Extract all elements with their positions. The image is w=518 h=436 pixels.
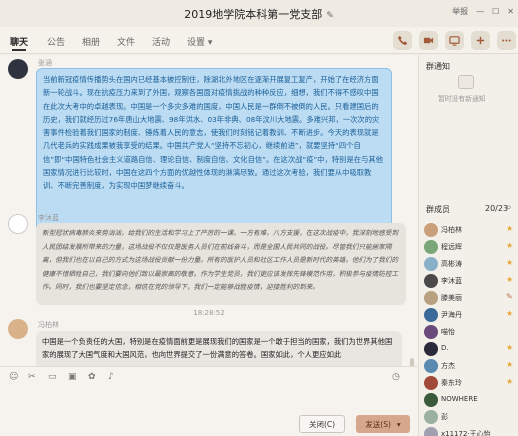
close-button-label: 关闭(C) <box>308 419 336 429</box>
input-toolbar: ☺ ✂ ▭ ▣ ✿ ♪ ◷ <box>0 366 418 388</box>
tab-album[interactable]: 相册 <box>82 35 100 48</box>
member-avatar[interactable] <box>424 308 438 322</box>
member-item[interactable]: 李沐蓝 ★ <box>424 273 518 291</box>
admin-star-icon: ★ <box>506 343 514 352</box>
history-icon[interactable]: ◷ <box>392 372 400 382</box>
admin-star-icon: ★ <box>506 241 514 250</box>
message-timestamp: 18:28:52 <box>193 309 225 317</box>
admin-star-icon: ★ <box>506 275 514 284</box>
voice-icon[interactable]: ♪ <box>108 372 114 382</box>
member-item[interactable]: 方杰 ★ <box>424 358 518 376</box>
more-icon[interactable] <box>497 31 516 50</box>
member-item[interactable]: NOWHERE <box>424 392 518 410</box>
avatar[interactable] <box>8 59 28 79</box>
tab-chat[interactable]: 聊天 <box>10 35 28 51</box>
member-avatar[interactable] <box>424 427 438 436</box>
scissors-icon[interactable]: ✂ <box>28 372 36 382</box>
admin-star-icon: ★ <box>506 309 514 318</box>
member-name: 李沐蓝 <box>441 277 462 285</box>
member-name: 冯柏林 <box>441 226 462 234</box>
phone-icon[interactable] <box>393 31 412 50</box>
chat-scrollbar[interactable] <box>410 358 414 366</box>
member-count: 20/23 <box>485 204 509 213</box>
minimize-button[interactable]: — <box>476 7 484 16</box>
member-name: 尹海丹 <box>441 311 462 319</box>
member-name: 喵怡 <box>441 328 455 336</box>
sender-name: 李沐蓝 <box>38 214 59 222</box>
avatar[interactable] <box>8 319 28 339</box>
member-avatar[interactable] <box>424 325 438 339</box>
member-item[interactable]: 程远辉 ★ <box>424 239 518 257</box>
admin-star-icon: ★ <box>506 224 514 233</box>
maximize-button[interactable]: ☐ <box>492 7 499 16</box>
member-avatar[interactable] <box>424 240 438 254</box>
avatar[interactable] <box>8 214 28 234</box>
member-avatar[interactable] <box>424 342 438 356</box>
member-name: 方杰 <box>441 362 455 370</box>
member-name: 高彬涛 <box>441 260 462 268</box>
sticker-icon[interactable]: ✿ <box>88 372 96 382</box>
send-button-label: 发送(S) <box>365 419 391 429</box>
window-title: 2019地学院本科第一党支部 ✎ <box>0 6 518 22</box>
member-avatar[interactable] <box>424 376 438 390</box>
member-item[interactable]: 尹海丹 ★ <box>424 307 518 325</box>
chat-area[interactable]: 张涵 当前新冠疫情传播势头在国内已经基本被控制住，除湖北外地区在逐渐开展复工复产… <box>0 55 418 366</box>
members-title: 群成员 <box>426 205 450 214</box>
member-avatar[interactable] <box>424 257 438 271</box>
folder-icon[interactable]: ▭ <box>48 372 57 382</box>
member-item[interactable]: x11172·王心怡 <box>424 426 518 436</box>
member-name: x11172·王心怡 <box>441 430 491 436</box>
tab-activity[interactable]: 活动 <box>152 35 170 48</box>
member-avatar[interactable] <box>424 223 438 237</box>
admin-star-icon: ★ <box>506 258 514 267</box>
tab-settings[interactable]: 设置 ▾ <box>187 35 212 48</box>
close-window-button[interactable]: ✕ <box>507 7 514 16</box>
member-avatar[interactable] <box>424 393 438 407</box>
sender-name: 冯柏林 <box>38 321 59 329</box>
member-item[interactable]: 高彬涛 ★ <box>424 256 518 274</box>
member-name: NOWHERE <box>441 395 478 403</box>
search-icon[interactable]: ⌕ <box>506 202 512 213</box>
close-button[interactable]: 关闭(C) <box>299 415 345 433</box>
report-link[interactable]: 举报 <box>452 6 468 17</box>
member-item[interactable]: 冯柏林 ★ <box>424 222 518 240</box>
edit-icon[interactable]: ✎ <box>326 11 334 21</box>
message-bubble: 当前新冠疫情传播势头在国内已经基本被控制住，除湖北外地区在逐渐开展复工复产，开始… <box>36 68 392 234</box>
notice-empty-icon <box>458 75 474 89</box>
video-icon[interactable] <box>419 31 438 50</box>
admin-star-icon: ★ <box>506 377 514 386</box>
member-name: D. <box>441 344 449 352</box>
tab-notice[interactable]: 公告 <box>47 35 65 48</box>
member-item[interactable]: 喵怡 <box>424 324 518 342</box>
message-bubble: 新型冠状病毒肺炎来势汹汹，给我们的生活和学习上了严厉的一课。一方有难，八方支援，… <box>36 223 406 305</box>
member-item[interactable]: 彭 <box>424 409 518 427</box>
window-controls: 举报 — ☐ ✕ <box>452 6 514 17</box>
add-app-icon[interactable] <box>471 31 490 50</box>
member-avatar[interactable] <box>424 274 438 288</box>
tab-files[interactable]: 文件 <box>117 35 135 48</box>
member-avatar[interactable] <box>424 359 438 373</box>
member-avatar[interactable] <box>424 291 438 305</box>
message-bubble: 中国是一个负责任的大国，特别是在疫情面前更是展现我们的国家是一个敢于担当的国家，… <box>36 331 402 366</box>
member-item[interactable]: 秦东玲 ★ <box>424 375 518 393</box>
member-avatar[interactable] <box>424 410 438 424</box>
member-name: 程远辉 <box>441 243 462 251</box>
member-item[interactable]: D. ★ <box>424 341 518 359</box>
screen-share-icon[interactable] <box>445 31 464 50</box>
notice-empty-text: 暂时没有新通知 <box>438 95 486 103</box>
group-name: 2019地学院本科第一党支部 <box>184 8 323 21</box>
member-name: 秦东玲 <box>441 379 462 387</box>
member-name: 彭 <box>441 413 448 421</box>
admin-star-icon: ★ <box>506 360 514 369</box>
sender-name: 张涵 <box>38 59 52 67</box>
chevron-down-icon[interactable]: ▾ <box>397 420 401 429</box>
emoji-icon[interactable]: ☺ <box>9 372 18 382</box>
send-button[interactable]: 发送(S) ▾ <box>356 415 410 433</box>
member-item[interactable]: 滕美丽 ✎ <box>424 290 518 308</box>
pencil-icon: ✎ <box>506 292 513 301</box>
tab-bar: 聊天 公告 相册 文件 活动 设置 ▾ <box>0 27 518 54</box>
notice-title: 群通知 <box>426 62 450 71</box>
image-icon[interactable]: ▣ <box>68 372 77 382</box>
member-name: 滕美丽 <box>441 294 462 302</box>
